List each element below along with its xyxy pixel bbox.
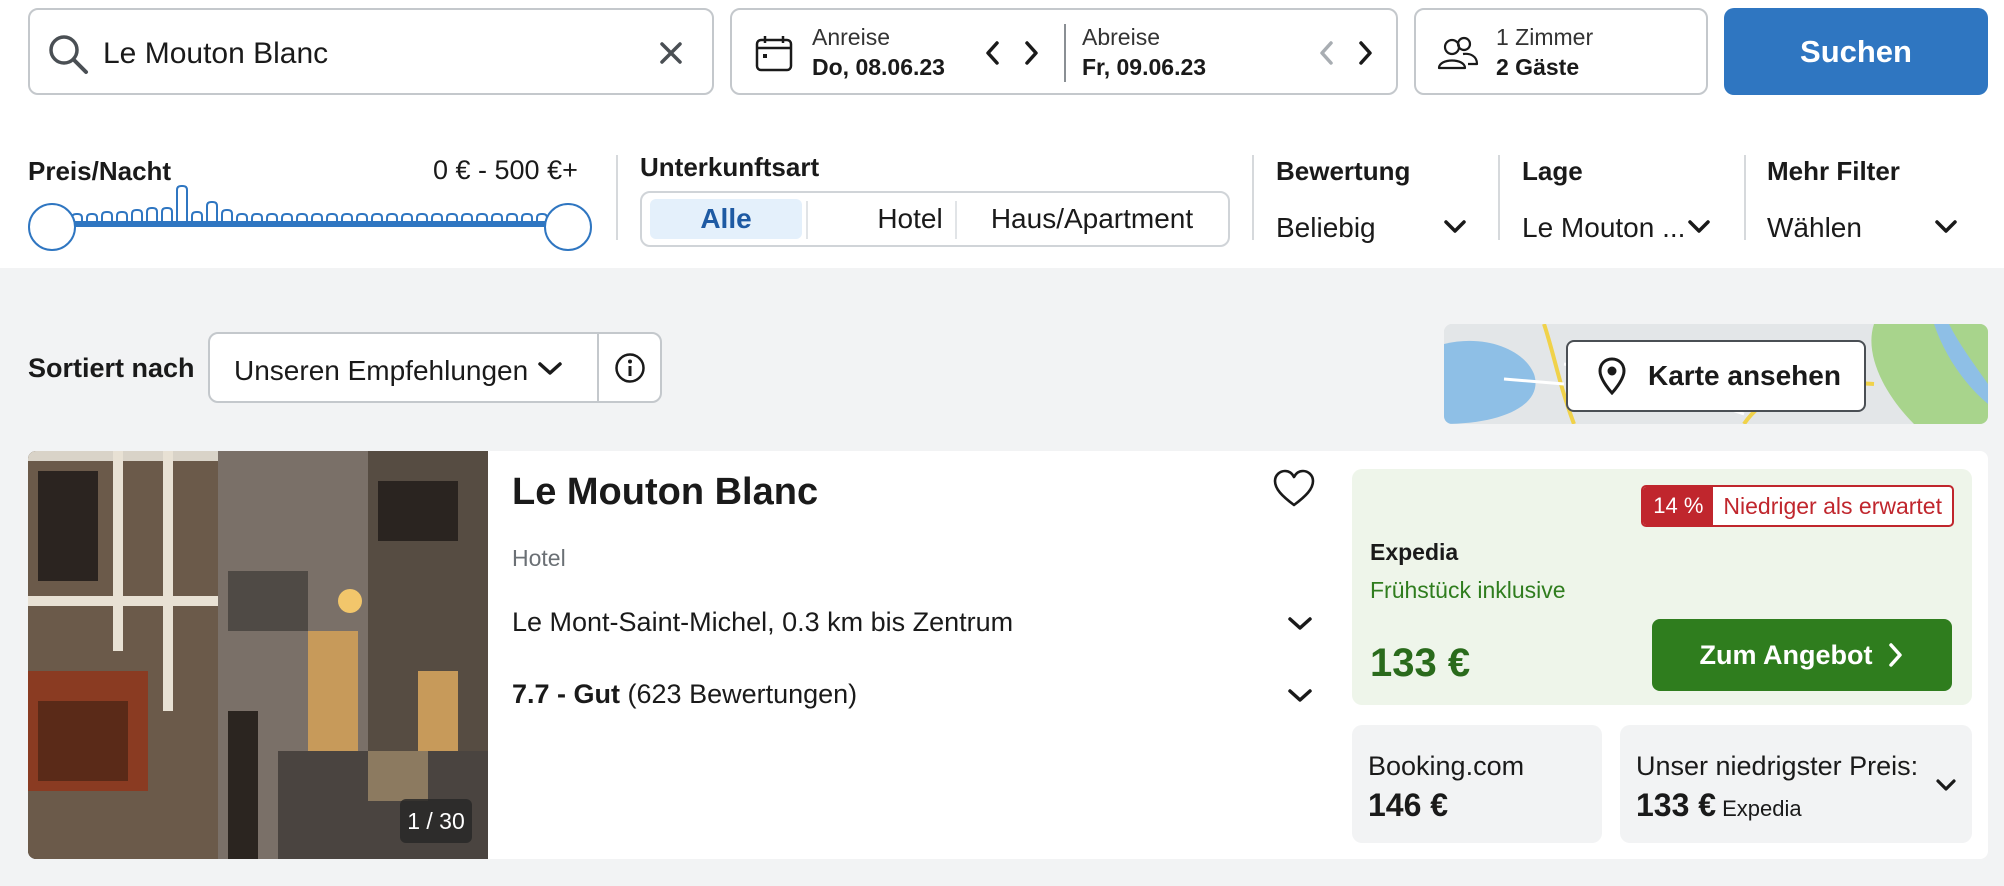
search-icon bbox=[49, 35, 88, 74]
chevron-down-icon bbox=[1288, 689, 1312, 702]
hotel-photo[interactable]: 1 / 30 bbox=[28, 451, 488, 859]
alt-price: 146 € bbox=[1368, 787, 1449, 823]
location-details[interactable]: Le Mont-Saint-Michel, 0.3 km bis Zentrum bbox=[512, 597, 1332, 647]
hotel-name[interactable]: Le Mouton Blanc bbox=[512, 471, 818, 514]
rating-details[interactable]: 7.7 - Gut (623 Bewertungen) bbox=[512, 669, 1332, 719]
chevron-right-icon bbox=[1889, 643, 1903, 667]
checkout-date[interactable]: Fr, 09.06.23 bbox=[1082, 54, 1206, 81]
price-slider-max-handle[interactable] bbox=[544, 203, 592, 251]
filter-divider bbox=[1252, 155, 1254, 240]
more-filters-value: Wählen bbox=[1767, 212, 1862, 243]
deal-price: 133 € bbox=[1370, 641, 1471, 685]
rating-count: (623 Bewertungen) bbox=[627, 679, 858, 709]
checkout-label: Abreise bbox=[1082, 24, 1160, 50]
segment-divider bbox=[806, 201, 808, 239]
hotel-result-card: 1 / 30 Le Mouton Blanc Hotel Le Mont-Sai… bbox=[28, 451, 1988, 859]
hotel-photo-image bbox=[28, 451, 488, 859]
checkout-next-icon[interactable] bbox=[1352, 38, 1378, 68]
photo-counter: 1 / 30 bbox=[400, 799, 472, 843]
price-badge: 14 % Niedriger als erwartet bbox=[1641, 485, 1954, 527]
lowest-price-amount: 133 € bbox=[1636, 787, 1717, 823]
deal-provider: Expedia bbox=[1370, 539, 1459, 565]
guests-count: 2 Gäste bbox=[1496, 54, 1580, 80]
checkin-next-icon[interactable] bbox=[1018, 38, 1044, 68]
location-filter[interactable]: Lage Le Mouton ... bbox=[1522, 150, 1740, 246]
rating-score: 7.7 - Gut bbox=[512, 679, 621, 709]
rating-filter-value: Beliebig bbox=[1276, 212, 1376, 243]
checkin-prev-icon[interactable] bbox=[980, 38, 1006, 68]
deal-inclusion: Frühstück inklusive bbox=[1370, 577, 1566, 603]
hotel-type: Hotel bbox=[512, 545, 566, 571]
sort-dropdown[interactable]: Unseren Empfehlungen bbox=[208, 332, 662, 403]
hotel-location: Le Mont-Saint-Michel, 0.3 km bis Zentrum bbox=[512, 607, 1014, 637]
lowest-price-label: Unser niedrigster Preis: bbox=[1636, 751, 1919, 781]
accommodation-option-all[interactable]: Alle bbox=[650, 199, 802, 239]
chevron-down-icon bbox=[1935, 220, 1957, 233]
map-pin-icon bbox=[1598, 357, 1626, 395]
guests-icon bbox=[1437, 36, 1479, 70]
chevron-down-icon bbox=[1288, 617, 1312, 630]
histogram-bar bbox=[146, 207, 158, 222]
checkout-prev-icon[interactable] bbox=[1314, 38, 1340, 68]
alt-offer-booking[interactable]: Booking.com 146 € bbox=[1352, 725, 1602, 843]
rating-filter-label: Bewertung bbox=[1276, 156, 1411, 186]
badge-percent: 14 % bbox=[1643, 487, 1714, 525]
best-deal-panel[interactable]: 14 % Niedriger als erwartet Expedia Früh… bbox=[1352, 469, 1972, 705]
lowest-price-value: 133 € Expedia bbox=[1636, 787, 1802, 824]
map-button[interactable]: Karte ansehen bbox=[1566, 340, 1866, 412]
chevron-down-icon bbox=[1688, 220, 1710, 233]
rooms-count: 1 Zimmer bbox=[1496, 24, 1594, 50]
lowest-price-dropdown[interactable]: Unser niedrigster Preis: 133 € Expedia bbox=[1620, 725, 1972, 843]
clear-icon[interactable] bbox=[656, 38, 686, 68]
filter-divider bbox=[616, 155, 618, 240]
heart-icon[interactable] bbox=[1272, 469, 1316, 509]
chevron-down-icon bbox=[1936, 779, 1956, 791]
accommodation-type-toggle: Alle Hotel Haus/Apartment bbox=[640, 191, 1230, 247]
alt-provider: Booking.com bbox=[1368, 751, 1525, 781]
map-button-label: Karte ansehen bbox=[1648, 360, 1841, 391]
guests-selector[interactable]: 1 Zimmer 2 Gäste bbox=[1414, 8, 1708, 95]
histogram-bar bbox=[206, 201, 218, 222]
rating-filter[interactable]: Bewertung Beliebig bbox=[1276, 150, 1494, 246]
search-query[interactable]: Le Mouton Blanc bbox=[103, 37, 328, 71]
sort-divider bbox=[597, 334, 599, 401]
checkin-date[interactable]: Do, 08.06.23 bbox=[812, 54, 945, 81]
view-offer-label: Zum Angebot bbox=[1699, 639, 1873, 670]
accommodation-option-house[interactable]: Haus/Apartment bbox=[958, 199, 1226, 239]
segment-divider bbox=[955, 201, 957, 239]
more-filters-label: Mehr Filter bbox=[1767, 156, 1900, 186]
chevron-down-icon bbox=[538, 362, 562, 375]
sort-value: Unseren Empfehlungen bbox=[234, 355, 529, 386]
location-filter-label: Lage bbox=[1522, 156, 1583, 186]
chevron-down-icon bbox=[1444, 220, 1466, 233]
info-icon[interactable] bbox=[614, 352, 646, 384]
histogram-bar bbox=[161, 207, 173, 222]
date-divider bbox=[1064, 24, 1066, 82]
filter-divider bbox=[1498, 155, 1500, 240]
price-slider-min-handle[interactable] bbox=[28, 203, 76, 251]
search-input[interactable]: Le Mouton Blanc bbox=[28, 8, 714, 95]
histogram-bar bbox=[176, 185, 188, 222]
badge-text: Niedriger als erwartet bbox=[1723, 492, 1942, 519]
view-offer-button[interactable]: Zum Angebot bbox=[1652, 619, 1952, 691]
filter-divider bbox=[1744, 155, 1746, 240]
price-slider-track[interactable] bbox=[50, 221, 570, 227]
sort-label: Sortiert nach bbox=[28, 353, 195, 383]
location-filter-value: Le Mouton ... bbox=[1522, 212, 1686, 243]
calendar-icon bbox=[755, 36, 793, 72]
lowest-price-provider: Expedia bbox=[1722, 796, 1802, 821]
hotel-rating: 7.7 - Gut (623 Bewertungen) bbox=[512, 679, 857, 710]
more-filters[interactable]: Mehr Filter Wählen bbox=[1767, 150, 1985, 246]
search-button[interactable]: Suchen bbox=[1724, 8, 1988, 95]
accommodation-filter-label: Unterkunftsart bbox=[640, 152, 820, 182]
date-picker[interactable]: Anreise Do, 08.06.23 Abreise Fr, 09.06.2… bbox=[730, 8, 1398, 95]
checkin-label: Anreise bbox=[812, 24, 890, 50]
